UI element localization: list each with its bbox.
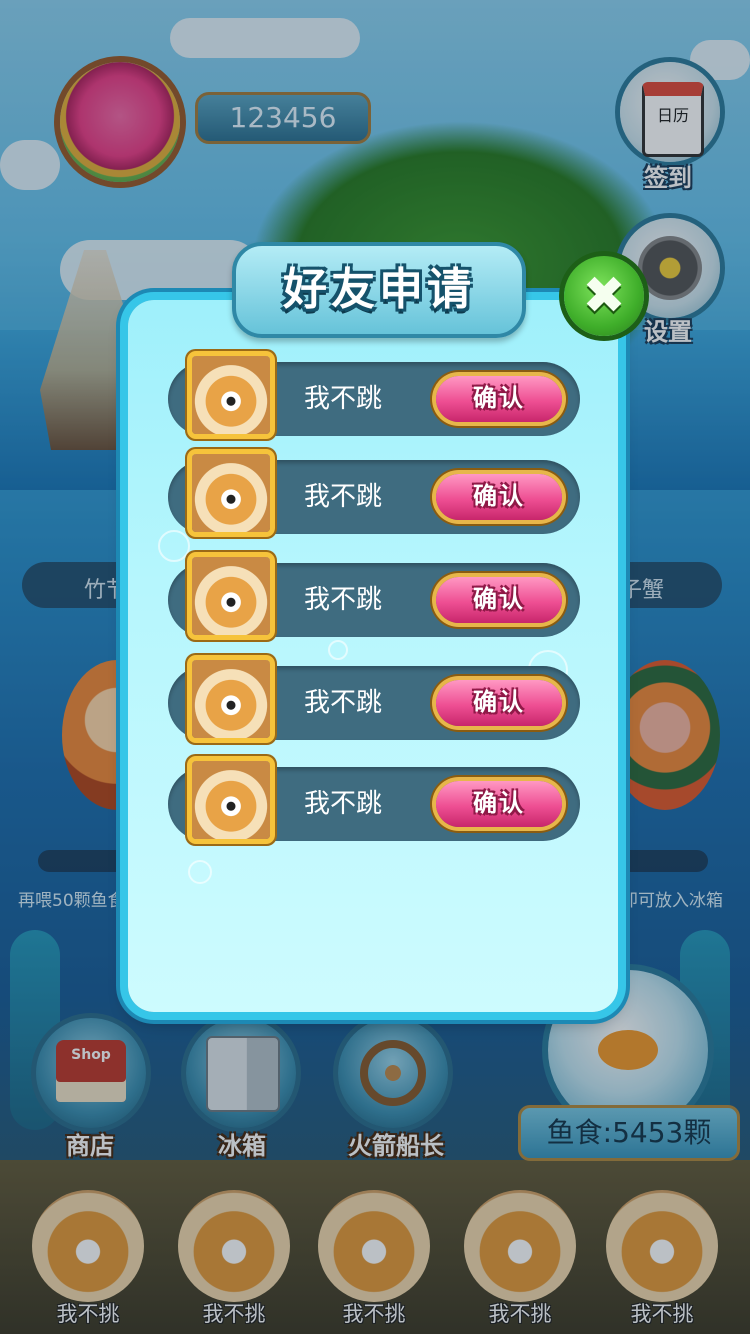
friend-request-row: 我不跳 确认 [168, 660, 580, 740]
close-icon: ✖ [582, 266, 626, 326]
request-avatar [192, 761, 270, 839]
request-name: 我不跳 [304, 585, 383, 615]
friend-request-row: 我不跳 确认 [168, 454, 580, 534]
friend-request-row: 我不跳 确认 [168, 356, 580, 436]
confirm-button[interactable]: 确认 [436, 474, 562, 520]
confirm-label: 确认 [473, 385, 525, 412]
confirm-button[interactable]: 确认 [436, 680, 562, 726]
bubble-decoration [328, 640, 348, 660]
bubble-decoration [188, 860, 212, 884]
confirm-label: 确认 [473, 586, 525, 613]
request-avatar [192, 356, 270, 434]
close-button[interactable]: ✖ [564, 256, 644, 336]
confirm-button[interactable]: 确认 [436, 376, 562, 422]
confirm-button[interactable]: 确认 [436, 781, 562, 827]
request-avatar [192, 454, 270, 532]
confirm-label: 确认 [473, 790, 525, 817]
dialog-title-plate: 好友申请 [232, 242, 526, 338]
request-name: 我不跳 [304, 384, 383, 414]
friend-request-row: 我不跳 确认 [168, 761, 580, 841]
request-name: 我不跳 [304, 688, 383, 718]
request-name: 我不跳 [304, 482, 383, 512]
request-avatar [192, 660, 270, 738]
confirm-button[interactable]: 确认 [436, 577, 562, 623]
friend-request-row: 我不跳 确认 [168, 557, 580, 637]
request-avatar [192, 557, 270, 635]
confirm-label: 确认 [473, 483, 525, 510]
request-name: 我不跳 [304, 789, 383, 819]
dialog-title: 好友申请 [283, 264, 475, 315]
bubble-decoration [158, 530, 190, 562]
confirm-label: 确认 [473, 689, 525, 716]
